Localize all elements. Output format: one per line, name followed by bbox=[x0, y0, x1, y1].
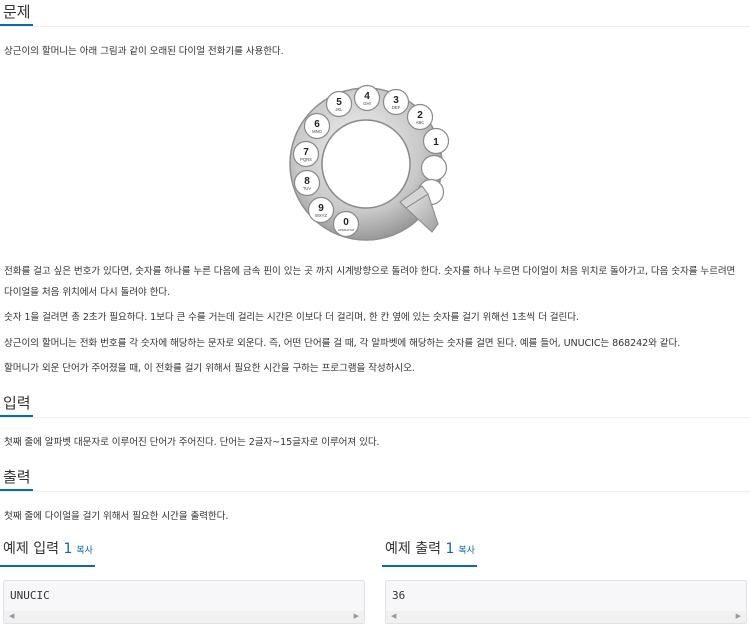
dial-letters: OPERATOR bbox=[338, 228, 355, 232]
scroll-left-arrow-icon[interactable]: ◀ bbox=[9, 613, 14, 621]
sample-input-title: 예제 입력 1 복사 bbox=[0, 539, 95, 567]
problem-text-3: 숫자 1을 걸려면 총 2초가 필요하다. 1보다 큰 수를 거는데 걸리는 시… bbox=[4, 312, 579, 323]
scroll-right-arrow-icon[interactable]: ▶ bbox=[736, 613, 741, 621]
input-heading: 입력 bbox=[0, 393, 33, 417]
dial-letters: TUV bbox=[303, 186, 312, 191]
dial-letters: WXYZ bbox=[315, 213, 328, 218]
input-text: 첫째 줄에 알파벳 대문자로 이루어진 단어가 주어진다. 단어는 2글자~15… bbox=[4, 437, 380, 448]
dial-letters: GHI bbox=[363, 101, 370, 106]
sample-output-title: 예제 출력 1 복사 bbox=[382, 539, 477, 567]
sample-input-scrollbar[interactable]: ◀ ▶ bbox=[4, 611, 364, 623]
dial-hole-2: 2ABC bbox=[406, 103, 434, 131]
dial-hole-empty bbox=[420, 154, 448, 182]
dial-hole-3: 3DEF bbox=[382, 88, 410, 116]
problem-heading: 문제 bbox=[0, 2, 33, 26]
sample-output-scrollbar[interactable]: ◀ ▶ bbox=[386, 611, 746, 623]
output-heading: 출력 bbox=[0, 467, 33, 491]
dial-letters: ABC bbox=[416, 120, 425, 125]
sample-input-copy-button[interactable]: 복사 bbox=[76, 546, 93, 556]
sample-input-header: 예제 입력 1 복사 bbox=[0, 539, 365, 567]
dial-letters: MNO bbox=[312, 129, 323, 134]
dial-hole-7: 7PQRS bbox=[292, 140, 320, 168]
sample-output-number: 1 bbox=[445, 541, 455, 557]
sample-output-value: 36 bbox=[392, 589, 406, 602]
sample-input-number: 1 bbox=[63, 541, 73, 557]
sample-input-value: UNUCIC bbox=[10, 589, 50, 602]
output-section-header: 출력 bbox=[0, 467, 750, 492]
dial-hole-5: 5JKL bbox=[325, 90, 353, 118]
dial-hole-6: 6MNO bbox=[303, 112, 331, 140]
problem-text-5: 할머니가 외운 단어가 주어졌을 때, 이 전화를 걸기 위해서 필요한 시간을… bbox=[4, 363, 415, 374]
dial-letters: PQRS bbox=[300, 157, 312, 162]
problem-text-4: 상근이의 할머니는 전화 번호를 각 숫자에 해당하는 문자로 외운다. 즉, … bbox=[4, 338, 681, 349]
dial-letters: DEF bbox=[392, 105, 401, 110]
sample-output-copy-button[interactable]: 복사 bbox=[458, 546, 475, 556]
dial-hole-0: 0OPERATOR bbox=[332, 210, 360, 238]
problem-text-1: 상근이의 할머니는 아래 그림과 같이 오래된 다이얼 전화기를 사용한다. bbox=[4, 46, 284, 57]
scroll-right-arrow-icon[interactable]: ▶ bbox=[354, 613, 359, 621]
dial-hole-1: 1 bbox=[422, 127, 450, 155]
sample-output-header: 예제 출력 1 복사 bbox=[382, 539, 747, 567]
sample-input-box[interactable]: UNUCIC ◀ ▶ bbox=[3, 580, 365, 624]
input-section-header: 입력 bbox=[0, 393, 750, 418]
problem-text-2: 전화를 걸고 싶은 번호가 있다면, 숫자를 하나를 누른 다음에 금속 핀이 … bbox=[4, 266, 736, 298]
sample-input-label: 예제 입력 bbox=[3, 541, 59, 557]
dial-hole-4: 4GHI bbox=[353, 84, 381, 112]
sample-output-box[interactable]: 36 ◀ ▶ bbox=[385, 580, 747, 624]
rotary-dial-image: 12ABC3DEF4GHI5JKL6MNO7PQRS8TUV9WXYZ0OPER… bbox=[289, 84, 450, 241]
output-text: 첫째 줄에 다이얼을 걸기 위해서 필요한 시간을 출력한다. bbox=[4, 511, 229, 522]
dial-letters: JKL bbox=[335, 107, 343, 112]
dial-hole-8: 8TUV bbox=[293, 169, 321, 197]
dial-digit: 0 bbox=[343, 217, 349, 228]
dial-center bbox=[321, 119, 411, 209]
sample-output-label: 예제 출력 bbox=[385, 541, 441, 557]
dial-digit: 1 bbox=[433, 137, 439, 148]
dial-hole-9: 9WXYZ bbox=[307, 196, 335, 224]
scroll-left-arrow-icon[interactable]: ◀ bbox=[391, 613, 396, 621]
problem-section-header: 문제 bbox=[0, 2, 750, 27]
